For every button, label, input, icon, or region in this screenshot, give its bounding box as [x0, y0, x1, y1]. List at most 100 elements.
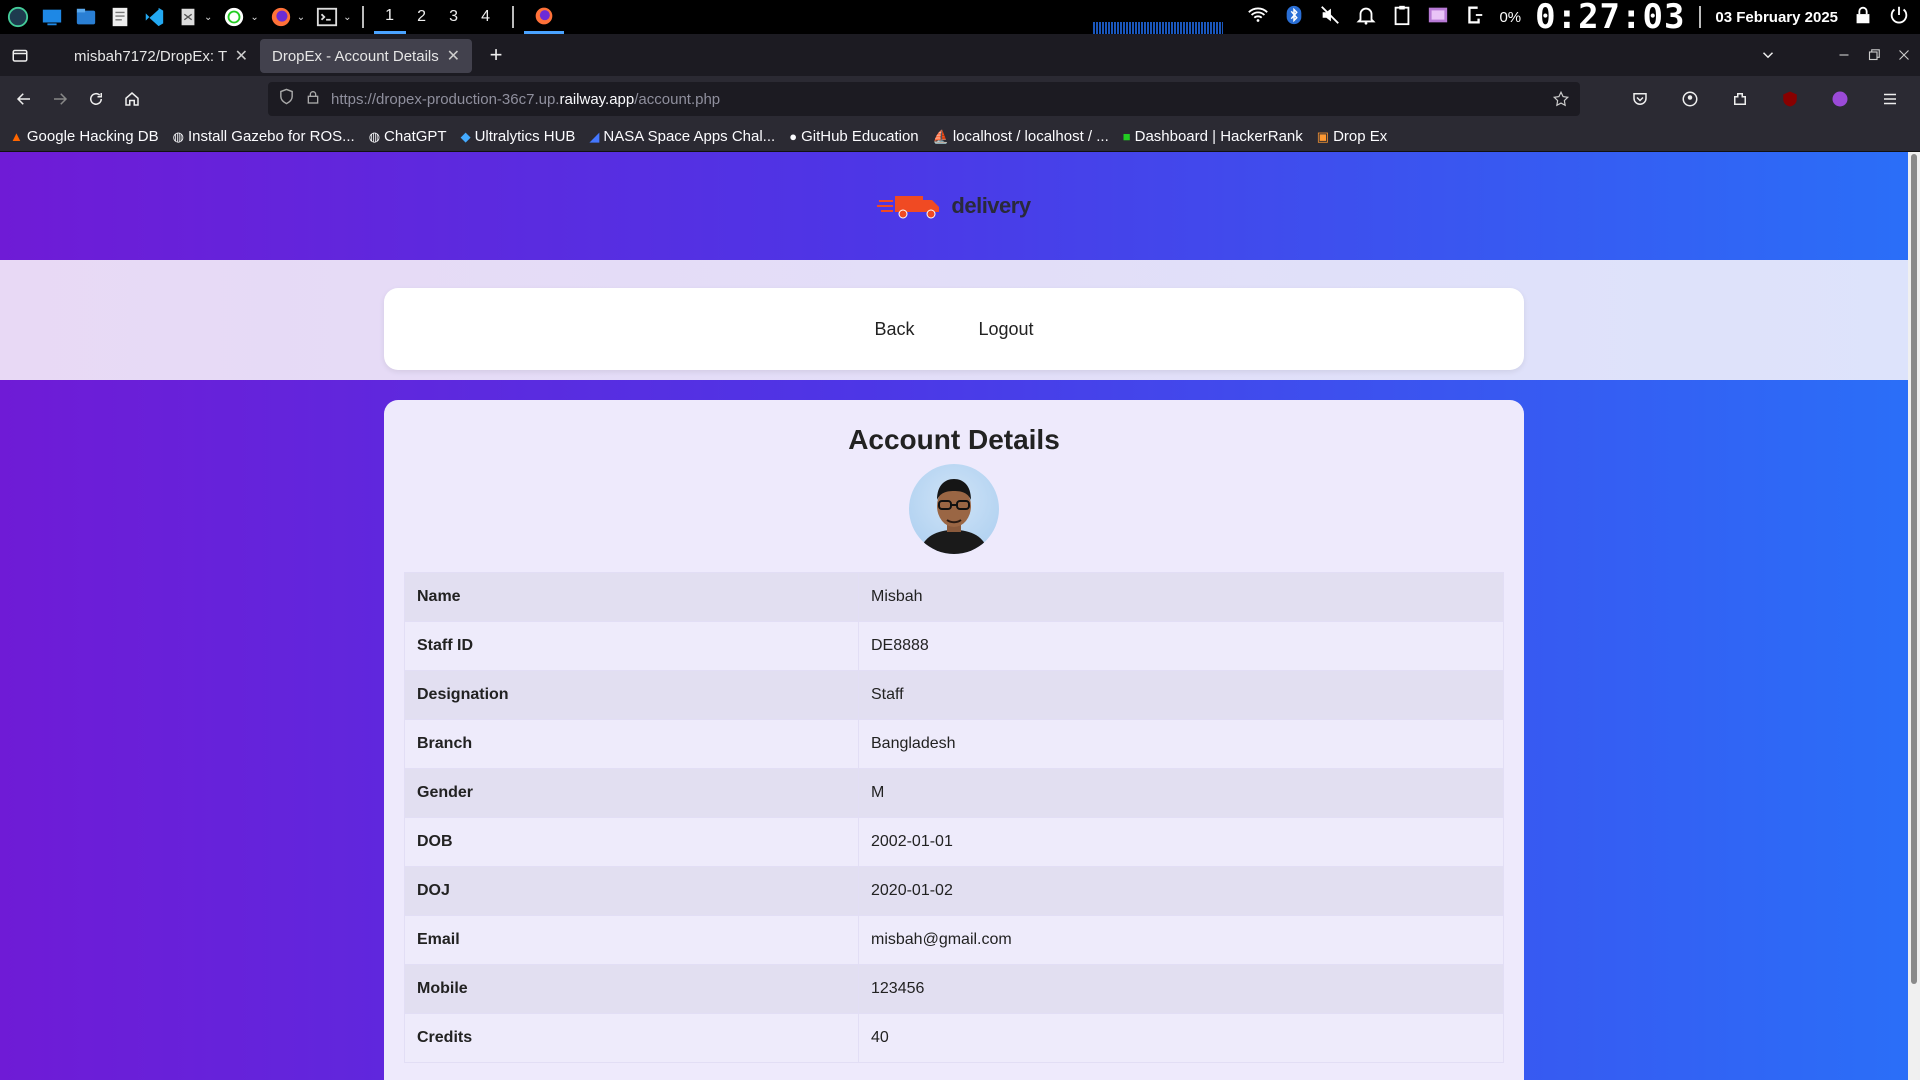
clock: 0:27:03: [1535, 0, 1686, 37]
detail-value: M: [858, 768, 1504, 818]
page-scrollbar[interactable]: [1908, 152, 1920, 1080]
chevron-down-icon[interactable]: ⌄: [250, 12, 258, 23]
detail-label: Credits: [404, 1013, 859, 1063]
workspace-4[interactable]: 4: [470, 0, 502, 34]
chevron-down-icon[interactable]: ⌄: [204, 12, 212, 23]
nav-strip: Back Logout: [0, 260, 1908, 380]
forward-arrow-icon[interactable]: [42, 81, 78, 117]
tab-overview-icon[interactable]: [2, 37, 38, 73]
bookmark-label: GitHub Education: [801, 128, 919, 145]
chevron-down-icon[interactable]: ⌄: [297, 12, 305, 23]
desktop-icon[interactable]: [40, 5, 64, 29]
notification-bell-icon[interactable]: [1355, 4, 1377, 31]
new-tab-icon[interactable]: +: [478, 37, 514, 73]
power-icon[interactable]: [1888, 4, 1910, 31]
panel-separator: [361, 6, 364, 28]
tab-label: DropEx - Account Details: [272, 47, 439, 65]
detail-label: Mobile: [404, 964, 859, 1014]
bookmark-drop-ex[interactable]: ▣ Drop Ex: [1317, 128, 1387, 145]
text-editor-icon[interactable]: [108, 5, 132, 29]
vscode-icon[interactable]: [142, 5, 166, 29]
ultralytics-icon: ◆: [460, 128, 471, 144]
bookmark-google-hacking-db[interactable]: ▲ Google Hacking DB: [10, 128, 159, 145]
url-text[interactable]: https://dropex-production-36c7.up.railwa…: [331, 91, 720, 108]
scrollbar-thumb[interactable]: [1911, 154, 1917, 984]
screen-recorder-icon[interactable]: [1427, 4, 1449, 31]
bookmark-label: Drop Ex: [1333, 128, 1388, 145]
close-icon[interactable]: ✕: [235, 46, 248, 66]
detail-value: DE8888: [858, 621, 1504, 671]
pocket-icon[interactable]: [1622, 81, 1658, 117]
tab-account-details[interactable]: DropEx - Account Details ✕: [260, 39, 472, 73]
page-viewport: delivery Back Logout Account Details Nam…: [0, 152, 1920, 1080]
bookmark-nasa-space-apps[interactable]: ◢ NASA Space Apps Chal...: [589, 128, 775, 145]
close-icon[interactable]: ✕: [447, 46, 460, 66]
bookmark-github-education[interactable]: ● GitHub Education: [789, 128, 918, 145]
taskbar-firefox-window[interactable]: [523, 0, 564, 34]
back-arrow-icon[interactable]: [6, 81, 42, 117]
logout-link[interactable]: Logout: [978, 319, 1033, 340]
detail-value: Staff: [858, 670, 1504, 720]
clipboard-icon[interactable]: [1391, 4, 1413, 31]
detail-value: 2002-01-01: [858, 817, 1504, 867]
app-launcher-icon[interactable]: [6, 5, 30, 29]
whatsapp-icon[interactable]: [222, 5, 246, 29]
url-bar[interactable]: https://dropex-production-36c7.up.railwa…: [268, 82, 1580, 116]
table-row: Gender M: [404, 768, 1504, 818]
firefox-icon[interactable]: [269, 5, 293, 29]
volume-muted-icon[interactable]: [1319, 4, 1341, 31]
tab-list-chevron-icon[interactable]: [1750, 37, 1786, 73]
detail-label: Branch: [404, 719, 859, 769]
detail-value: Misbah: [858, 572, 1504, 622]
window-close-icon[interactable]: [1886, 37, 1920, 73]
table-row: Credits 40: [404, 1013, 1504, 1063]
bookmark-label: Dashboard | HackerRank: [1134, 128, 1303, 145]
shield-icon[interactable]: [278, 88, 295, 110]
delivery-truck-icon: [877, 196, 940, 219]
file-manager-icon[interactable]: [74, 5, 98, 29]
table-row: Name Misbah: [404, 572, 1504, 622]
workspace-3[interactable]: 3: [438, 0, 470, 34]
menu-icon[interactable]: [1872, 81, 1908, 117]
detail-label: Name: [404, 572, 859, 622]
terminal-icon[interactable]: [315, 5, 339, 29]
lock-icon[interactable]: [1852, 4, 1874, 31]
table-row: Staff ID DE8888: [404, 621, 1504, 671]
bookmark-localhost[interactable]: ⛵ localhost / localhost / ...: [933, 128, 1109, 145]
detail-label: Email: [404, 915, 859, 965]
ublock-icon[interactable]: [1772, 81, 1808, 117]
battery-percent: 0%: [1499, 8, 1522, 26]
bookmark-label: localhost / localhost / ...: [952, 128, 1109, 145]
flame-icon: ▲: [10, 129, 23, 144]
reload-icon[interactable]: [78, 81, 114, 117]
nav-card: Back Logout: [384, 288, 1524, 370]
back-link[interactable]: Back: [874, 319, 914, 340]
profile-photo: [919, 479, 989, 554]
bookmark-star-icon[interactable]: [1552, 90, 1570, 113]
workspace-1[interactable]: 1: [373, 0, 406, 34]
bookmark-label: ChatGPT: [384, 128, 447, 145]
account-icon[interactable]: [1672, 81, 1708, 117]
tab-github-dropex[interactable]: misbah7172/DropEx: This ✕: [62, 39, 260, 73]
table-row: DOB 2002-01-01: [404, 817, 1504, 867]
battery-icon[interactable]: [1463, 4, 1485, 31]
bookmark-hackerrank[interactable]: ■ Dashboard | HackerRank: [1123, 128, 1303, 145]
workspace-2[interactable]: 2: [406, 0, 438, 34]
home-icon[interactable]: [114, 81, 150, 117]
url-suffix: /account.php: [634, 90, 721, 108]
delivery-logo[interactable]: delivery: [877, 191, 1031, 221]
table-row: Email misbah@gmail.com: [404, 915, 1504, 965]
extension-purple-icon[interactable]: [1822, 81, 1858, 117]
chevron-down-icon[interactable]: ⌄: [343, 12, 351, 23]
lock-icon[interactable]: [305, 89, 321, 110]
wifi-icon[interactable]: [1247, 4, 1269, 31]
extensions-icon[interactable]: [1722, 81, 1758, 117]
url-prefix: https://dropex-production-36c7.up.: [331, 90, 560, 108]
editor-window-icon[interactable]: [176, 5, 200, 29]
bookmark-chatgpt[interactable]: ◍ ChatGPT: [369, 128, 447, 145]
bookmark-install-gazebo[interactable]: ◍ Install Gazebo for ROS...: [173, 128, 355, 145]
bluetooth-icon[interactable]: [1283, 4, 1305, 31]
github-icon: ●: [789, 129, 798, 144]
bookmark-ultralytics[interactable]: ◆ Ultralytics HUB: [461, 128, 576, 145]
site-header: delivery: [0, 152, 1908, 260]
